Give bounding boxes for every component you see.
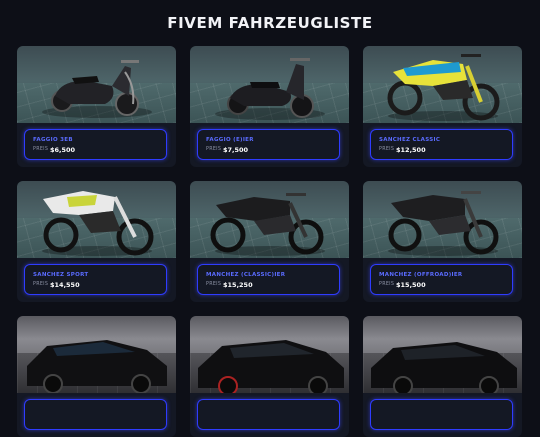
vehicle-card[interactable]: SANCHEZ SPORT PREIS $14,550 [17, 181, 176, 302]
vehicle-card[interactable] [190, 316, 349, 437]
vehicle-grid: FAGGIO 3EB PREIS $6,500 FAGGIO (E)IER PR… [17, 46, 522, 437]
vehicle-name: MANCHEZ (OFFROAD)IER [379, 272, 463, 278]
vehicle-image [190, 316, 349, 393]
vehicle-info-box: MANCHEZ (OFFROAD)IER PREIS $15,500 [370, 264, 513, 295]
dirtbike-white-icon [42, 191, 154, 256]
vehicle-info-box: FAGGIO 3EB PREIS $6,500 [24, 129, 167, 160]
vehicle-price: $6,500 [50, 146, 76, 154]
vehicle-info-box: SANCHEZ CLASSIC PREIS $12,500 [370, 129, 513, 160]
vehicle-image [17, 46, 176, 123]
dirtbike-yellow-icon [387, 54, 500, 121]
vehicle-info-box: FAGGIO (E)IER PREIS $7,500 [197, 129, 340, 160]
sedan-modern-icon [198, 340, 344, 393]
vehicle-image [363, 316, 522, 393]
vehicle-image [17, 181, 176, 258]
sedan-sport-icon [371, 342, 517, 393]
vehicle-name: MANCHEZ (CLASSIC)IER [206, 272, 286, 278]
vehicle-card[interactable]: MANCHEZ (OFFROAD)IER PREIS $15,500 [363, 181, 522, 302]
price-label: PREIS [379, 147, 395, 152]
vehicle-card[interactable] [363, 316, 522, 437]
vehicle-image [363, 181, 522, 258]
sedan-classic-icon [27, 340, 167, 393]
vehicle-image [190, 181, 349, 258]
vehicle-name: SANCHEZ SPORT [33, 272, 89, 278]
vehicle-card[interactable]: MANCHEZ (CLASSIC)IER PREIS $15,250 [190, 181, 349, 302]
vehicle-name: SANCHEZ CLASSIC [379, 137, 441, 143]
vehicle-card[interactable] [17, 316, 176, 437]
vehicle-info-box [197, 399, 340, 430]
price-label: PREIS [206, 147, 222, 152]
vehicle-price: $15,500 [396, 281, 426, 289]
vehicle-image [17, 316, 176, 393]
vehicle-name: FAGGIO (E)IER [206, 137, 254, 143]
vehicle-name: FAGGIO 3EB [33, 137, 73, 143]
price-label: PREIS [379, 282, 395, 287]
page-title: FIVEM FAHRZEUGLISTE [167, 14, 373, 32]
vehicle-info-box: SANCHEZ SPORT PREIS $14,550 [24, 264, 167, 295]
vehicle-card[interactable]: FAGGIO 3EB PREIS $6,500 [17, 46, 176, 167]
scooter-vintage-icon [42, 60, 152, 118]
vehicle-card[interactable]: FAGGIO (E)IER PREIS $7,500 [190, 46, 349, 167]
vehicle-card[interactable]: SANCHEZ CLASSIC PREIS $12,500 [363, 46, 522, 167]
vehicle-info-box [370, 399, 513, 430]
vehicle-info-box [24, 399, 167, 430]
price-label: PREIS [33, 147, 49, 152]
scooter-modern-icon [215, 58, 325, 120]
vehicle-price: $12,500 [396, 146, 426, 154]
motocross-black-icon [210, 193, 325, 256]
vehicle-price: $7,500 [223, 146, 249, 154]
price-label: PREIS [206, 282, 222, 287]
vehicle-price: $15,250 [223, 281, 253, 289]
vehicle-price: $14,550 [50, 281, 80, 289]
vehicle-image [190, 46, 349, 123]
price-label: PREIS [33, 282, 49, 287]
offroad-black-icon [388, 191, 499, 256]
vehicle-image [363, 46, 522, 123]
vehicle-info-box: MANCHEZ (CLASSIC)IER PREIS $15,250 [197, 264, 340, 295]
